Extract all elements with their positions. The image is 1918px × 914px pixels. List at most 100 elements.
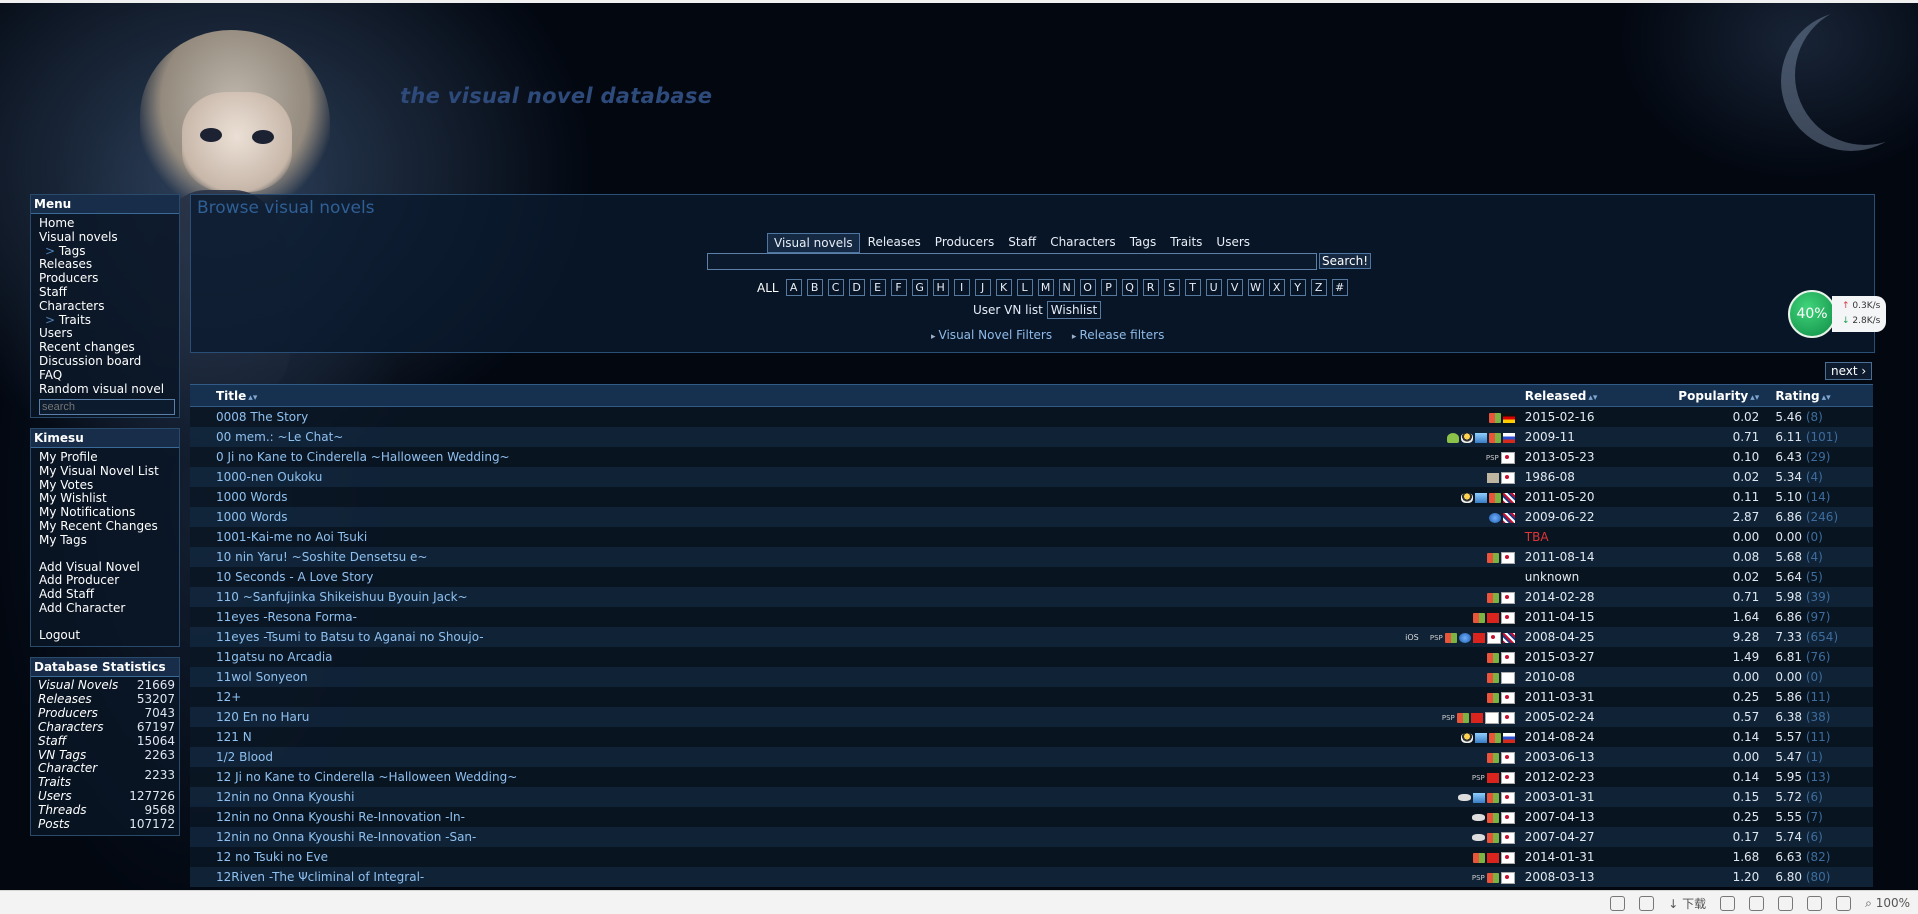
vn-title-link[interactable]: 1000 Words [190,490,287,504]
add-item-link[interactable]: Add Visual Novel [39,560,179,575]
vn-title-link[interactable]: 110 ~Sanfujinka Shikeishuu Byouin Jack~ [190,590,468,604]
logout-link[interactable]: Logout [39,628,179,643]
letter-q[interactable]: Q [1121,279,1138,296]
menu-item-tags[interactable]: Tags [39,244,179,259]
letter-x[interactable]: X [1268,279,1285,296]
letter-m[interactable]: M [1037,279,1054,296]
settings-icon[interactable] [1836,896,1852,911]
volume-icon[interactable] [1807,896,1823,911]
column-rating[interactable]: Rating ▴▾ [1763,384,1873,407]
vn-title-link[interactable]: 00 mem.: ~Le Chat~ [190,430,343,444]
vn-title-link[interactable]: 1000 Words [190,510,287,524]
add-item-link[interactable]: Add Character [39,601,179,616]
letter-w[interactable]: W [1247,279,1264,296]
letter-t[interactable]: T [1184,279,1201,296]
tab-visual-novels[interactable]: Visual novels [767,233,860,253]
letter-s[interactable]: S [1163,279,1180,296]
user-menu-item[interactable]: My Visual Novel List [39,464,179,479]
vn-title-link[interactable]: 12nin no Onna Kyoushi Re-Innovation -In- [190,810,465,824]
tab-staff[interactable]: Staff [1002,233,1042,253]
screenshot-icon[interactable] [1720,896,1736,911]
zoom-level[interactable]: ⌕ 100% [1865,896,1910,911]
letter-v[interactable]: V [1226,279,1243,296]
menu-item-producers[interactable]: Producers [39,271,179,286]
letter-k[interactable]: K [995,279,1012,296]
user-menu-item[interactable]: My Notifications [39,505,179,520]
column-title[interactable]: Title ▴▾ [190,384,1401,407]
letter-j[interactable]: J [974,279,991,296]
menu-item-releases[interactable]: Releases [39,258,179,272]
letter-z[interactable]: Z [1310,279,1327,296]
vn-title-link[interactable]: 12Riven -The Ψcliminal of Integral- [190,870,424,884]
download-button[interactable]: ↓ 下载 [1668,895,1706,912]
vn-title-link[interactable]: 12 no Tsuki no Eve [190,850,328,864]
letter-d[interactable]: D [848,279,865,296]
vn-title-link[interactable]: 0 Ji no Kane to Cinderella ~Halloween We… [190,450,510,464]
user-menu-item[interactable]: My Tags [39,533,179,548]
letter-n[interactable]: N [1058,279,1075,296]
column-released[interactable]: Released ▴▾ [1514,384,1661,407]
tab-characters[interactable]: Characters [1044,233,1122,253]
vn-title-link[interactable]: 121 N [190,730,252,744]
translate-icon[interactable] [1749,896,1765,911]
letter-all[interactable]: ALL [757,281,779,295]
letter-c[interactable]: C [827,279,844,296]
menu-search-input[interactable] [39,399,175,416]
tab-users[interactable]: Users [1210,233,1256,253]
user-menu-item[interactable]: My Profile [39,450,179,465]
vn-title-link[interactable]: 10 nin Yaru! ~Soshite Densetsu e~ [190,550,427,564]
column-popularity[interactable]: Popularity ▴▾ [1660,384,1764,407]
vn-title-link[interactable]: 0008 The Story [190,410,308,424]
vn-title-link[interactable]: 10 Seconds - A Love Story [190,570,373,584]
menu-item-random-visual-novel[interactable]: Random visual novel [39,382,179,397]
extension-icon[interactable] [1610,896,1626,911]
sort-icon[interactable]: ▴▾ [1822,393,1831,403]
letter-o[interactable]: O [1079,279,1096,296]
menu-item-staff[interactable]: Staff [39,285,179,300]
vn-title-link[interactable]: 12nin no Onna Kyoushi [190,790,354,804]
user-menu-item[interactable]: My Recent Changes [39,519,179,534]
letter-r[interactable]: R [1142,279,1159,296]
menu-item-faq[interactable]: FAQ [39,368,179,383]
user-menu-item[interactable]: My Votes [39,478,179,493]
sort-icon[interactable]: ▴▾ [248,393,257,403]
vn-title-link[interactable]: 11eyes -Tsumi to Batsu to Aganai no Shou… [190,630,484,644]
menu-item-discussion-board[interactable]: Discussion board [39,354,179,369]
sort-icon[interactable]: ▴▾ [1588,393,1597,403]
menu-item-recent-changes[interactable]: Recent changes [39,340,179,355]
letter-i[interactable]: I [953,279,970,296]
menu-item-traits[interactable]: Traits [39,313,179,328]
letter-u[interactable]: U [1205,279,1222,296]
menu-item-home[interactable]: Home [39,216,179,231]
sort-icon[interactable]: ▴▾ [1750,393,1759,403]
tab-traits[interactable]: Traits [1164,233,1208,253]
vn-title-link[interactable]: 11eyes -Resona Forma- [190,610,357,624]
letter-g[interactable]: G [911,279,928,296]
vn-title-link[interactable]: 120 En no Haru [190,710,309,724]
menu-item-visual-novels[interactable]: Visual novels [39,230,179,245]
vn-title-link[interactable]: 12 Ji no Kane to Cinderella ~Halloween W… [190,770,517,784]
letter-a[interactable]: A [785,279,802,296]
letter-hash[interactable]: # [1331,279,1348,296]
menu-item-users[interactable]: Users [39,327,179,341]
window-icon[interactable] [1778,896,1794,911]
tab-releases[interactable]: Releases [862,233,927,253]
next-page-button[interactable]: next › [1825,362,1873,380]
vn-title-link[interactable]: 1000-nen Oukoku [190,470,322,484]
vn-title-link[interactable]: 1/2 Blood [190,750,273,764]
vn-title-link[interactable]: 1001-Kai-me no Aoi Tsuki [190,530,367,544]
release-filters-link[interactable]: ▸ Release filters [1072,328,1172,342]
tab-producers[interactable]: Producers [929,233,1000,253]
wishlist-button[interactable]: Wishlist [1046,301,1102,319]
letter-e[interactable]: E [869,279,886,296]
pin-icon[interactable] [1639,896,1655,911]
vn-title-link[interactable]: 12+ [190,690,241,704]
site-title[interactable]: the visual novel database [400,84,712,108]
vn-title-link[interactable]: 11gatsu no Arcadia [190,650,333,664]
search-button[interactable]: Search! [1319,253,1372,269]
vn-filters-link[interactable]: ▸ Visual Novel Filters [931,328,1060,342]
letter-p[interactable]: P [1100,279,1117,296]
letter-l[interactable]: L [1016,279,1033,296]
menu-item-characters[interactable]: Characters [39,299,179,314]
search-input[interactable] [707,253,1317,270]
